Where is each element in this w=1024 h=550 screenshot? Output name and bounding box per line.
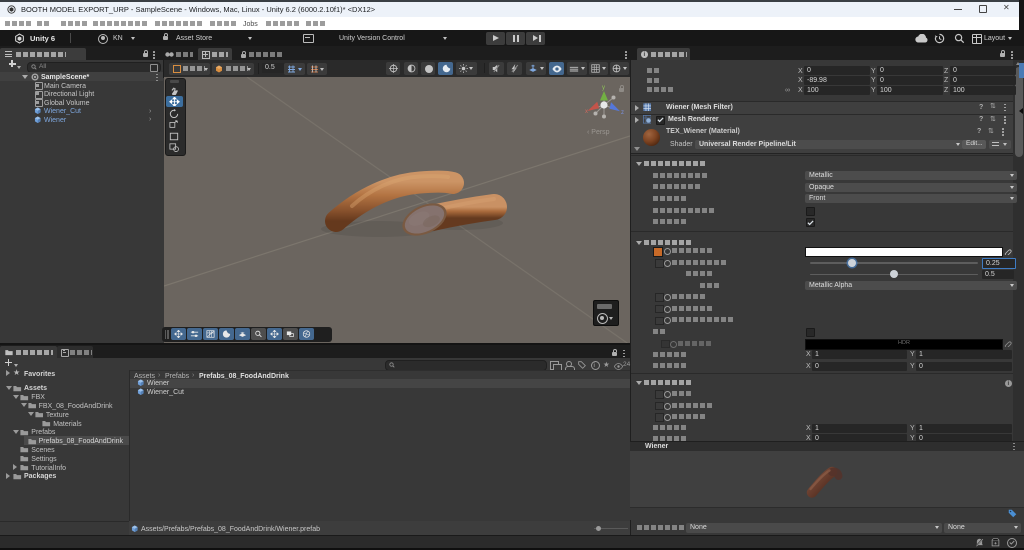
svg-text:z: z — [621, 110, 624, 116]
svg-text:y: y — [602, 85, 605, 91]
svg-text:x: x — [585, 109, 588, 115]
